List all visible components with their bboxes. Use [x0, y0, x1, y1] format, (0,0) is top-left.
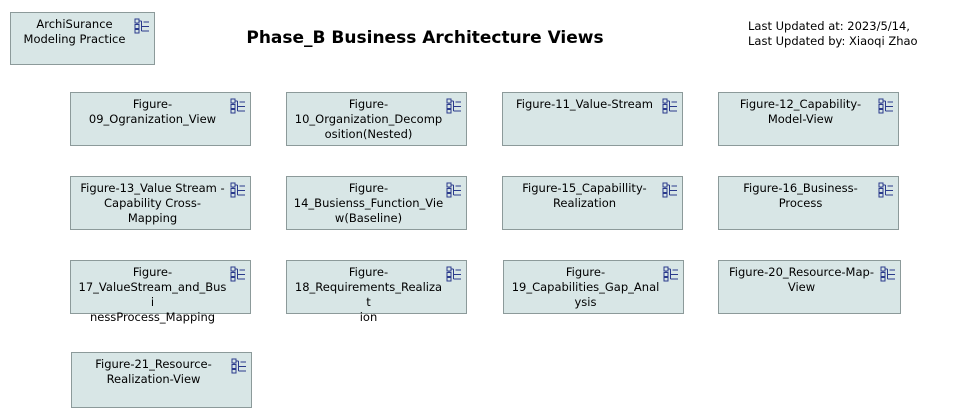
view-node-figure-16[interactable]: Figure-16_Business- Process [718, 176, 899, 230]
node-label: Figure-13_Value Stream - Capability Cros… [80, 181, 225, 225]
diagram-reference-icon [230, 98, 246, 114]
view-node-figure-09[interactable]: Figure- 09_Ogranization_View [70, 92, 251, 146]
diagram-reference-icon [662, 182, 678, 198]
view-node-figure-10[interactable]: Figure- 10_Organization_Decomp osition(N… [286, 92, 467, 146]
diagram-reference-icon [231, 358, 247, 374]
diagram-reference-icon [662, 98, 678, 114]
view-node-figure-18[interactable]: Figure- 18_Requirements_Realizat ion [286, 260, 467, 324]
node-label: Figure- 10_Organization_Decomp osition(N… [294, 97, 443, 141]
node-label: Figure- 18_Requirements_Realizat ion [294, 265, 443, 324]
view-node-figure-19[interactable]: Figure- 19_Capabilities_Gap_Anal ysis [503, 260, 684, 314]
last-updated-at: Last Updated at: 2023/5/14, [748, 19, 910, 33]
node-label: ArchiSurance Modeling Practice [23, 17, 126, 46]
diagram-reference-icon [878, 182, 894, 198]
node-label: Figure- 14_Busienss_Function_Vie w(Basel… [293, 181, 444, 225]
node-label: Figure- 19_Capabilities_Gap_Anal ysis [511, 265, 660, 309]
last-updated-by: Last Updated by: Xiaoqi Zhao [748, 34, 918, 48]
diagram-reference-icon [446, 266, 462, 282]
view-node-figure-20[interactable]: Figure-20_Resource-Map- View [718, 260, 901, 314]
view-node-figure-13[interactable]: Figure-13_Value Stream - Capability Cros… [70, 176, 251, 230]
view-node-figure-15[interactable]: Figure-15_Capabillity- Realization [502, 176, 683, 230]
view-node-figure-12[interactable]: Figure-12_Capability- Model-View [718, 92, 899, 146]
node-label: Figure-21_Resource- Realization-View [95, 357, 212, 386]
diagram-reference-icon [230, 266, 246, 282]
node-label: Figure-20_Resource-Map- View [729, 265, 874, 294]
diagram-reference-icon [878, 98, 894, 114]
node-label: Figure-11_Value-Stream [516, 97, 653, 111]
page-title: Phase_B Business Architecture Views [246, 28, 604, 48]
node-label: Figure- 09_Ogranization_View [88, 97, 217, 126]
diagram-reference-icon [230, 182, 246, 198]
node-label: Figure- 17_ValueStream_and_Busi nessProc… [78, 265, 227, 324]
view-node-figure-14[interactable]: Figure- 14_Busienss_Function_Vie w(Basel… [286, 176, 467, 230]
node-label: Figure-16_Business- Process [743, 181, 858, 210]
view-node-figure-11[interactable]: Figure-11_Value-Stream [502, 92, 683, 146]
diagram-reference-icon [446, 98, 462, 114]
diagram-reference-icon [134, 18, 150, 34]
diagram-reference-icon [446, 182, 462, 198]
view-node-figure-21[interactable]: Figure-21_Resource- Realization-View [71, 352, 252, 408]
diagram-reference-icon [880, 266, 896, 282]
node-label: Figure-15_Capabillity- Realization [522, 181, 647, 210]
diagram-reference-icon [663, 266, 679, 282]
update-info: Last Updated at: 2023/5/14, Last Updated… [748, 19, 918, 49]
view-node-figure-17[interactable]: Figure- 17_ValueStream_and_Busi nessProc… [70, 260, 251, 324]
practice-node[interactable]: ArchiSurance Modeling Practice [10, 12, 155, 65]
node-label: Figure-12_Capability- Model-View [739, 97, 862, 126]
